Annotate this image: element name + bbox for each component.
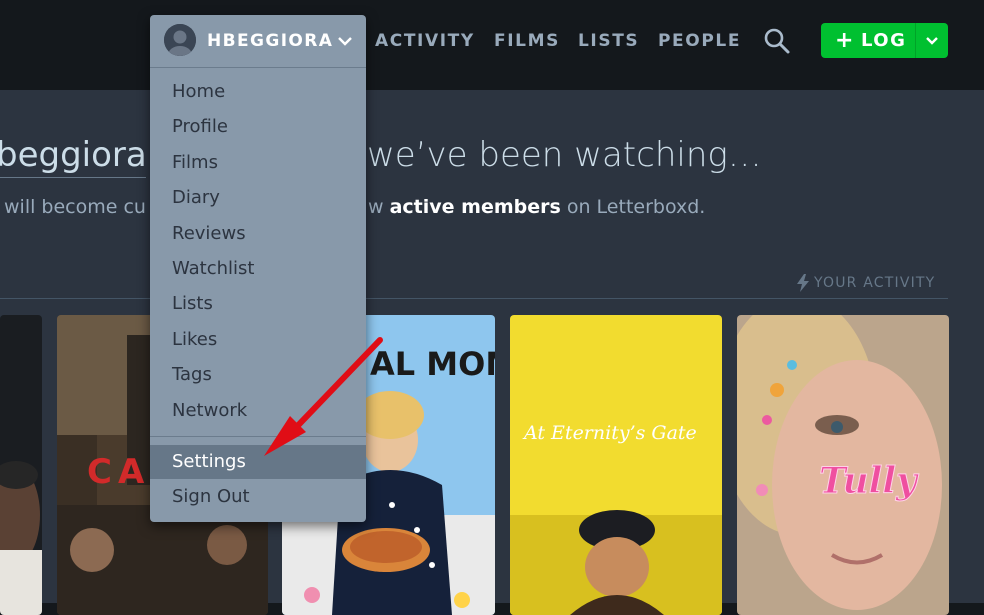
- subline-start: will become cu: [4, 196, 146, 218]
- menu-item-home[interactable]: Home: [150, 75, 366, 109]
- film-poster-1[interactable]: [0, 315, 42, 615]
- nav-lists[interactable]: LISTS: [578, 31, 639, 51]
- menu-item-diary[interactable]: Diary: [150, 181, 366, 215]
- plus-icon: +: [835, 27, 855, 53]
- subline-end: on Letterboxd.: [560, 196, 706, 218]
- menu-item-label: Likes: [172, 329, 218, 350]
- poster-5-title: Tully: [819, 460, 919, 502]
- poster-2-title: CA: [87, 452, 150, 492]
- chevron-down-icon: [338, 37, 352, 46]
- menu-item-label: Diary: [172, 187, 220, 208]
- menu-item-profile[interactable]: Profile: [150, 110, 366, 144]
- your-activity-link[interactable]: YOUR ACTIVITY: [796, 274, 935, 292]
- menu-item-sign-out[interactable]: Sign Out: [150, 480, 366, 514]
- film-poster-5[interactable]: Tully: [737, 315, 949, 615]
- section-divider: [0, 298, 948, 299]
- search-icon: [764, 28, 790, 54]
- poster-1-art: [0, 315, 42, 615]
- menu-item-label: Sign Out: [172, 486, 250, 507]
- menu-item-label: Home: [172, 81, 226, 102]
- menu-item-label: Network: [172, 400, 248, 421]
- headline-username[interactable]: beggiora.: [0, 135, 158, 175]
- log-label: LOG: [860, 30, 907, 51]
- poster-4-title: At Eternity’s Gate: [522, 422, 697, 444]
- subline-rest: w active members on Letterboxd.: [368, 196, 705, 218]
- your-activity-label: YOUR ACTIVITY: [814, 275, 936, 291]
- nav-people[interactable]: PEOPLE: [658, 31, 741, 51]
- nav-films[interactable]: FILMS: [494, 31, 560, 51]
- menu-item-label: Watchlist: [172, 258, 255, 279]
- active-members-link[interactable]: active members: [390, 196, 561, 218]
- nav-activity[interactable]: ACTIVITY: [375, 31, 475, 51]
- avatar: [164, 24, 196, 56]
- menu-item-tags[interactable]: Tags: [150, 358, 366, 392]
- chevron-down-icon: [926, 36, 938, 45]
- top-navigation-bar: ACTIVITY FILMS LISTS PEOPLE + LOG: [0, 0, 984, 90]
- menu-item-label: Films: [172, 152, 218, 173]
- menu-item-settings[interactable]: Settings: [150, 445, 366, 479]
- poster-4-art: At Eternity’s Gate: [510, 315, 722, 615]
- menu-separator-top: [150, 67, 366, 68]
- lightning-icon: [797, 274, 809, 292]
- film-poster-4[interactable]: At Eternity’s Gate: [510, 315, 722, 615]
- account-username: HBEGGIORA: [207, 31, 334, 51]
- log-button[interactable]: + LOG: [821, 23, 948, 58]
- menu-item-reviews[interactable]: Reviews: [150, 217, 366, 251]
- menu-item-watchlist[interactable]: Watchlist: [150, 252, 366, 286]
- log-main-button[interactable]: + LOG: [821, 23, 915, 58]
- menu-separator-bottom: [150, 436, 366, 437]
- headline-text: we’ve been watching…: [367, 135, 762, 175]
- search-button[interactable]: [760, 24, 794, 58]
- account-menu-toggle[interactable]: HBEGGIORA: [150, 15, 366, 67]
- menu-item-label: Lists: [172, 293, 213, 314]
- menu-item-label: Settings: [172, 451, 246, 472]
- menu-item-label: Profile: [172, 116, 228, 137]
- poster-3-title: AL MOM: [370, 345, 495, 383]
- menu-item-label: Reviews: [172, 223, 246, 244]
- menu-item-films[interactable]: Films: [150, 146, 366, 180]
- account-dropdown-menu: HBEGGIORA Home Profile Films Diary Revie…: [150, 15, 366, 522]
- username-underline: [0, 177, 146, 178]
- menu-item-likes[interactable]: Likes: [150, 323, 366, 357]
- poster-5-art: Tully: [737, 315, 949, 615]
- menu-item-label: Tags: [172, 364, 212, 385]
- subline-mid: w: [368, 196, 390, 218]
- menu-item-lists[interactable]: Lists: [150, 287, 366, 321]
- menu-item-network[interactable]: Network: [150, 394, 366, 428]
- log-dropdown-toggle[interactable]: [916, 23, 948, 58]
- user-avatar-icon: [164, 24, 196, 56]
